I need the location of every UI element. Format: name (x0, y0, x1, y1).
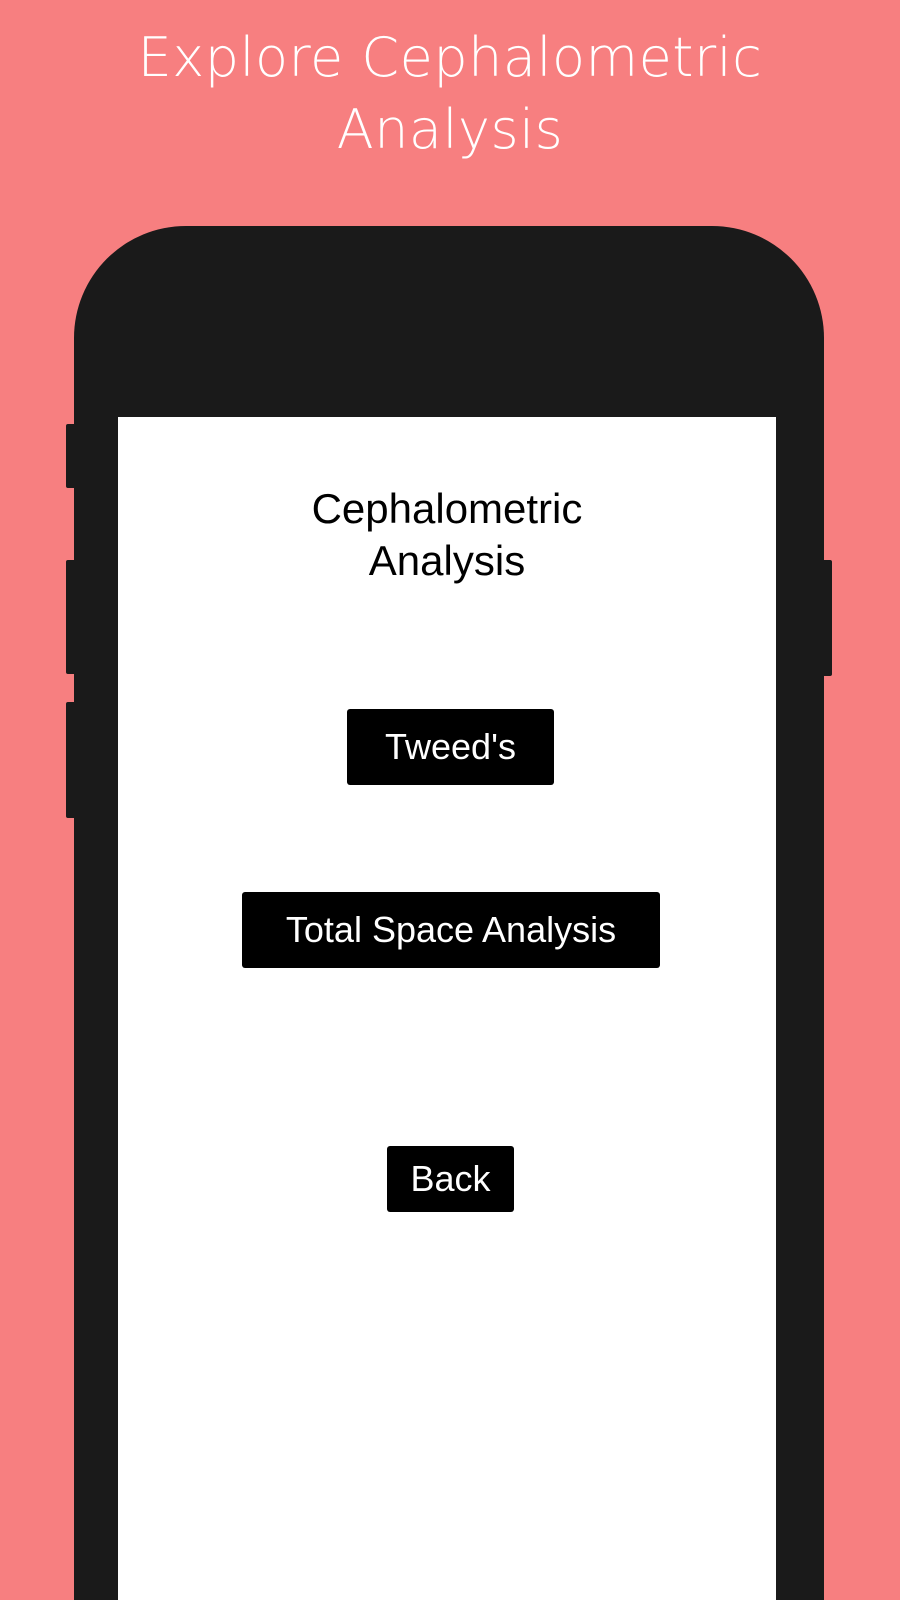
promo-title-line-2: Analysis (336, 98, 564, 161)
total-space-analysis-button[interactable]: Total Space Analysis (242, 892, 660, 968)
page-title-line-1: Cephalometric (311, 485, 583, 532)
phone-screen: Cephalometric Analysis Tweed's Total Spa… (118, 417, 776, 1600)
promo-title-line-1: Explore Cephalometric (137, 26, 763, 89)
promo-title: Explore Cephalometric Analysis (0, 22, 900, 166)
page-title: Cephalometric Analysis (118, 483, 776, 587)
tweeds-button[interactable]: Tweed's (347, 709, 554, 785)
promo-page: Explore Cephalometric Analysis Cephalome… (0, 0, 900, 1600)
back-button[interactable]: Back (387, 1146, 514, 1212)
page-title-line-2: Analysis (368, 537, 526, 584)
